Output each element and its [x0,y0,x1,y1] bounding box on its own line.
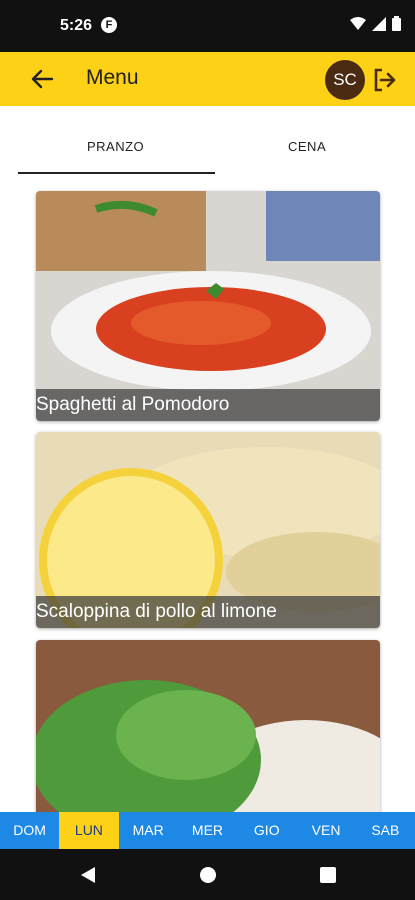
dish-card[interactable] [36,640,380,812]
signal-icon [372,16,386,31]
arrow-left-icon [31,69,54,89]
day-mer[interactable]: MER [178,812,237,849]
app-bar: Menu SC [0,52,415,106]
status-icons [350,16,401,31]
day-selector: DOM LUN MAR MER GIO VEN SAB [0,812,415,849]
day-dom[interactable]: DOM [0,812,59,849]
status-bar: 5:26 F [0,0,415,52]
day-lun[interactable]: LUN [59,812,119,849]
system-nav-bar [0,849,415,900]
dish-card[interactable]: Spaghetti al Pomodoro [36,191,380,421]
tab-cena[interactable]: CENA [288,139,326,154]
day-sab[interactable]: SAB [356,812,415,849]
dish-card[interactable]: Scaloppina di pollo al limone [36,432,380,628]
wifi-icon [350,16,366,30]
day-mar[interactable]: MAR [119,812,178,849]
spaghetti-image [36,191,380,421]
logout-icon [374,68,396,92]
nav-back-icon[interactable] [80,866,96,884]
notification-badge: F [101,17,117,33]
logout-button[interactable] [371,66,399,94]
nav-recents-icon[interactable] [320,867,336,883]
page-title: Menu [86,66,139,89]
battery-icon [392,16,401,31]
status-time: 5:26 [60,17,93,34]
meal-tabs: PRANZO CENA [0,106,415,174]
dish-name: Spaghetti al Pomodoro [36,389,380,421]
nav-home-icon[interactable] [200,867,216,883]
salad-image [36,640,380,812]
tab-pranzo[interactable]: PRANZO [87,139,144,154]
back-button[interactable] [26,64,58,94]
avatar[interactable]: SC [325,60,365,100]
dish-name: Scaloppina di pollo al limone [36,596,380,628]
day-ven[interactable]: VEN [296,812,355,849]
dish-list[interactable]: Spaghetti al Pomodoro Scaloppina di poll… [0,174,415,812]
day-gio[interactable]: GIO [237,812,296,849]
